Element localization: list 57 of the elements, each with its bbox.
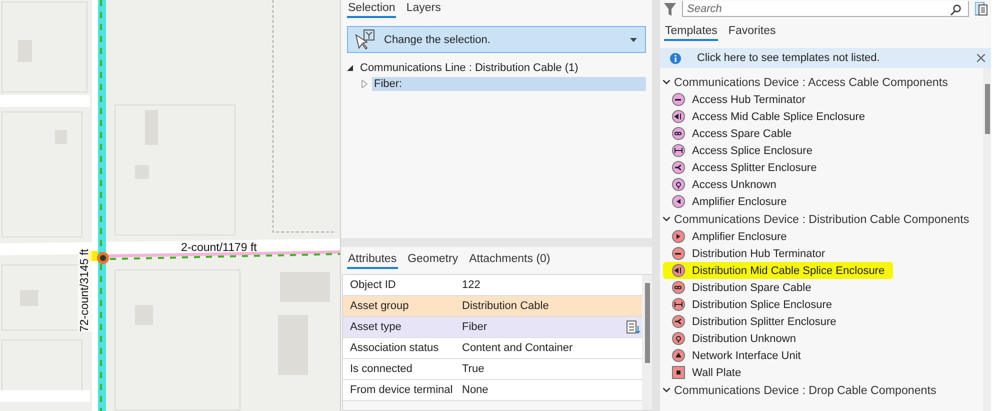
- search-icon[interactable]: [950, 4, 961, 16]
- cable-label: 2-count/1179 ft: [181, 242, 257, 254]
- collapse-icon[interactable]: [347, 64, 354, 72]
- field-name: Asset group: [350, 300, 410, 312]
- template-item[interactable]: Distribution Hub Terminator: [692, 248, 826, 260]
- scrollbar[interactable]: [983, 68, 991, 411]
- tree-item[interactable]: Fiber:: [372, 77, 646, 91]
- template-item[interactable]: Access Hub Terminator: [692, 94, 806, 106]
- tab[interactable]: Selection: [347, 1, 396, 18]
- collapse-icon[interactable]: [663, 216, 670, 222]
- template-item[interactable]: Wall Plate: [692, 366, 742, 378]
- template-item[interactable]: Access Spare Cable: [692, 128, 792, 140]
- collapse-icon[interactable]: [663, 388, 670, 392]
- field-name: Is connected: [350, 363, 414, 375]
- layout-icon[interactable]: [975, 2, 988, 16]
- template-item[interactable]: Amplifier Enclosure: [692, 196, 787, 208]
- cable-label: 72-count/3145 ft: [78, 248, 92, 332]
- caret-icon: [630, 38, 637, 42]
- selection-dropdown[interactable]: Change the selection.: [347, 26, 646, 53]
- field-value[interactable]: True: [462, 363, 626, 375]
- field-name: Object ID: [350, 279, 397, 291]
- tree-item[interactable]: Communications Line : Distribution Cable (1): [358, 61, 580, 75]
- field-value[interactable]: Fiber: [462, 321, 626, 333]
- field-name: Asset type: [350, 321, 402, 333]
- tab[interactable]: Layers: [405, 1, 442, 18]
- field-value[interactable]: Distribution Cable: [462, 300, 626, 312]
- tab[interactable]: Favorites: [727, 24, 777, 41]
- template-item[interactable]: Access Mid Cable Splice Enclosure: [692, 110, 866, 122]
- field-name: Association status: [350, 342, 440, 354]
- template-item[interactable]: Access Splice Enclosure: [692, 144, 812, 156]
- search-field[interactable]: Search: [682, 1, 969, 17]
- scrollbar[interactable]: [642, 275, 652, 410]
- tab[interactable]: Attachments (0): [468, 252, 552, 268]
- filter-icon[interactable]: [664, 2, 676, 16]
- list-picker-icon[interactable]: [626, 320, 641, 334]
- template-item[interactable]: Distribution Splice Enclosure: [692, 298, 832, 310]
- group-heading: Communications Device : Distribution Cable Components: [674, 212, 970, 226]
- template-item[interactable]: Access Unknown: [692, 178, 776, 190]
- template-item[interactable]: Access Splitter Enclosure: [692, 162, 817, 174]
- template-item[interactable]: Distribution Unknown: [692, 332, 796, 344]
- field-value[interactable]: None: [462, 384, 626, 396]
- close-icon[interactable]: [977, 54, 985, 62]
- tab[interactable]: Attributes: [347, 252, 398, 268]
- template-item[interactable]: Network Interface Unit: [692, 350, 801, 362]
- template-item[interactable]: Amplifier Enclosure: [692, 230, 787, 242]
- template-item[interactable]: Distribution Splitter Enclosure: [692, 316, 836, 328]
- select-cursor-icon: [354, 29, 376, 50]
- field-value[interactable]: Content and Container: [462, 342, 626, 354]
- group-heading: Communications Device : Access Cable Components: [674, 76, 948, 88]
- collapse-icon[interactable]: [663, 80, 670, 84]
- tab[interactable]: Geometry: [406, 252, 460, 268]
- field-name: From device terminal: [350, 384, 454, 396]
- field-value[interactable]: 122: [462, 279, 626, 291]
- template-item[interactable]: Distribution Spare Cable: [692, 282, 812, 294]
- tab[interactable]: Templates: [664, 24, 718, 41]
- info-icon: [670, 52, 681, 64]
- group-heading: Communications Device : Drop Cable Components: [674, 384, 936, 396]
